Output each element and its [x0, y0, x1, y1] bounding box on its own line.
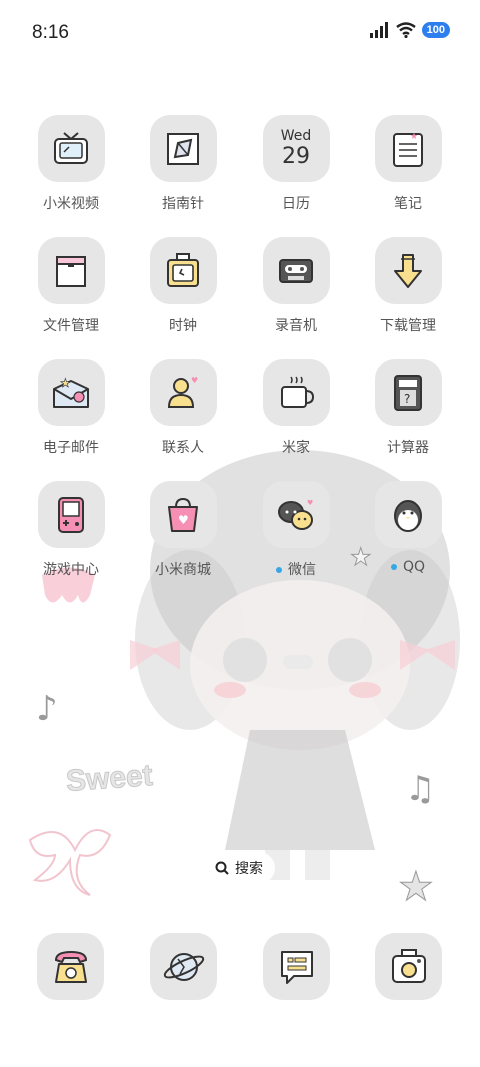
wifi-icon [395, 22, 416, 38]
folder-icon [56, 255, 86, 287]
mi-video-tile[interactable] [37, 115, 105, 182]
app-email[interactable]: ★ 电子邮件 [15, 359, 127, 457]
status-bar: 8:16 100 [0, 0, 480, 70]
dock-browser[interactable] [150, 933, 217, 1000]
dock-messages[interactable] [263, 933, 330, 1000]
svg-text:♫: ♫ [405, 769, 435, 809]
notes-tile[interactable]: ★ [374, 115, 442, 182]
app-mi-store[interactable]: ♥ 小米商城 [127, 481, 239, 579]
chat-bubbles-icon: ♥ [278, 499, 313, 530]
battery-indicator: 100 [421, 22, 450, 38]
app-recorder[interactable]: 录音机 [240, 237, 352, 335]
file-manager-tile[interactable] [37, 237, 105, 304]
app-mi-home[interactable]: 米家 [240, 359, 352, 457]
search-label: 搜索 [235, 861, 263, 877]
app-label: 微信 [240, 559, 352, 579]
compass-icon [167, 132, 199, 165]
app-mi-video[interactable]: 小米视频 [15, 115, 127, 213]
clock-icon [167, 252, 199, 287]
app-qq[interactable]: QQ [352, 481, 464, 575]
status-icons: 100 [369, 22, 450, 38]
svg-text:♥: ♥ [307, 499, 313, 507]
contacts-tile[interactable]: ♥ [149, 359, 217, 426]
calendar-weekday: Wed [280, 127, 312, 144]
mi-home-tile[interactable] [262, 359, 330, 426]
app-label-text: QQ [402, 559, 426, 575]
qq-tile[interactable] [374, 481, 442, 548]
svg-text:?: ? [404, 392, 410, 406]
app-game-center[interactable]: 游戏中心 [15, 481, 127, 579]
app-calendar[interactable]: Wed 29 日历 [240, 115, 352, 213]
app-wechat[interactable]: ♥ 微信 [240, 481, 352, 579]
downloads-tile[interactable] [374, 237, 442, 304]
mi-store-tile[interactable]: ♥ [149, 481, 217, 548]
svg-text:♥: ♥ [191, 376, 198, 385]
message-bubble-icon [280, 950, 313, 984]
app-label: 时钟 [169, 318, 197, 334]
camera-icon [391, 948, 426, 983]
app-label: 米家 [282, 440, 310, 456]
app-compass[interactable]: 指南针 [127, 115, 239, 213]
dock-camera[interactable] [375, 933, 442, 1000]
tv-icon [54, 131, 88, 164]
compass-tile[interactable] [149, 115, 217, 182]
shopping-bag-icon: ♥ [168, 497, 198, 532]
wallpaper-text: Sweet [64, 759, 154, 799]
app-contacts[interactable]: ♥ 联系人 [127, 359, 239, 457]
dock-phone[interactable] [37, 933, 104, 1000]
envelope-icon: ★ [53, 375, 89, 408]
search-icon [215, 861, 229, 875]
app-label: 联系人 [162, 440, 204, 456]
app-label: 游戏中心 [43, 562, 99, 578]
status-time: 8:16 [32, 22, 69, 43]
app-label-text: 微信 [288, 562, 316, 578]
clock-tile[interactable] [149, 237, 217, 304]
app-label: 小米视频 [43, 196, 99, 212]
app-label: QQ [352, 559, 464, 575]
app-label: 指南针 [162, 196, 204, 212]
calendar-tile[interactable]: Wed 29 [262, 115, 330, 182]
app-label: 录音机 [275, 318, 317, 334]
app-label: 小米商城 [155, 562, 211, 578]
calendar-day: 29 [282, 143, 310, 169]
app-calculator[interactable]: ? 计算器 [352, 359, 464, 457]
app-downloads[interactable]: 下载管理 [352, 237, 464, 335]
svg-text:★: ★ [410, 132, 418, 142]
app-label: 文件管理 [43, 318, 99, 334]
wechat-tile[interactable]: ♥ [262, 481, 330, 548]
svg-text:♥: ♥ [178, 513, 189, 527]
app-label: 电子邮件 [43, 440, 99, 456]
recorder-tile[interactable] [262, 237, 330, 304]
penguin-icon [394, 499, 422, 532]
app-file-manager[interactable]: 文件管理 [15, 237, 127, 335]
cup-icon [281, 376, 315, 408]
app-label: 下载管理 [380, 318, 436, 334]
person-icon: ♥ [167, 376, 198, 408]
app-label: 日历 [282, 196, 310, 212]
app-label: 计算器 [387, 440, 429, 456]
new-notification-dot [276, 567, 282, 573]
download-arrow-icon [394, 253, 422, 288]
game-center-tile[interactable] [37, 481, 105, 548]
planet-icon [163, 952, 204, 981]
svg-text:★: ★ [398, 864, 434, 910]
app-label: 笔记 [394, 196, 422, 212]
calculator-tile[interactable]: ? [374, 359, 442, 426]
svg-text:♪: ♪ [36, 689, 58, 729]
cassette-icon [279, 258, 313, 283]
signal-icon [369, 22, 388, 38]
notes-icon: ★ [393, 132, 423, 167]
app-notes[interactable]: ★ 笔记 [352, 115, 464, 213]
svg-text:★: ★ [60, 376, 71, 390]
new-notification-dot [390, 564, 397, 570]
app-clock[interactable]: 时钟 [127, 237, 239, 335]
search-button[interactable]: 搜索 [203, 852, 275, 884]
gameboy-icon [58, 496, 84, 533]
calculator-icon: ? [394, 374, 422, 411]
phone-icon [54, 950, 87, 983]
email-tile[interactable]: ★ [37, 359, 105, 426]
